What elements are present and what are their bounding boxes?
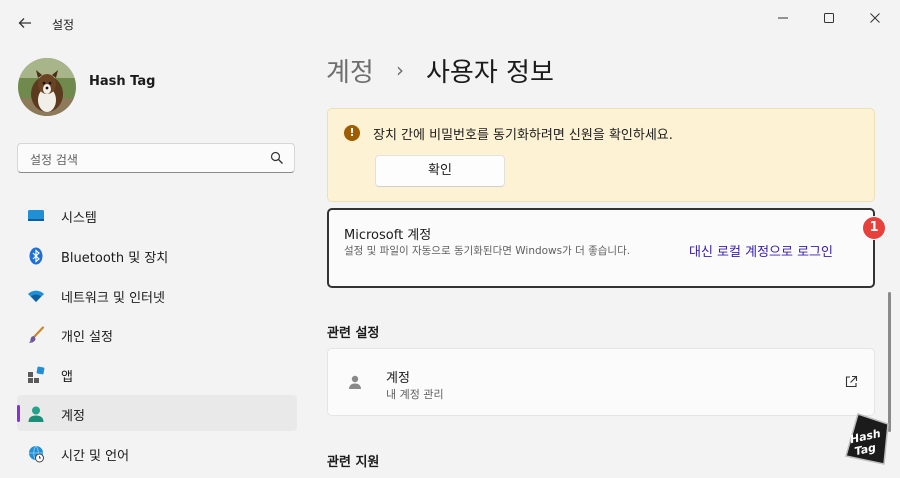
breadcrumb-parent[interactable]: 계정 bbox=[326, 52, 374, 89]
sidebar-item-label: 시스템 bbox=[61, 211, 97, 226]
external-link-icon bbox=[845, 375, 858, 388]
related-support-heading: 관련 지원 bbox=[327, 455, 380, 470]
selection-indicator bbox=[17, 405, 20, 422]
related-account-card[interactable]: 계정 내 계정 관리 bbox=[327, 348, 875, 416]
sidebar-item-network[interactable]: 네트워크 및 인터넷 bbox=[17, 277, 297, 313]
apps-icon bbox=[28, 366, 45, 383]
breadcrumb-separator: › bbox=[396, 58, 404, 82]
person-icon bbox=[349, 375, 361, 389]
related-settings-heading: 관련 설정 bbox=[327, 326, 380, 341]
related-item-title: 계정 bbox=[386, 371, 410, 386]
warning-icon: ! bbox=[344, 125, 360, 141]
sidebar-item-accounts[interactable]: 계정 bbox=[17, 395, 297, 431]
app-title: 설정 bbox=[52, 18, 75, 32]
search-placeholder: 설정 검색 bbox=[30, 153, 78, 167]
sidebar-item-label: 시간 및 언어 bbox=[61, 449, 130, 464]
sidebar-item-time-language[interactable]: 시간 및 언어 bbox=[17, 435, 297, 471]
account-card-title: Microsoft 계정 bbox=[344, 228, 432, 243]
back-button[interactable] bbox=[12, 10, 38, 36]
maximize-icon bbox=[824, 13, 834, 23]
sidebar-item-label: Bluetooth 및 장치 bbox=[61, 251, 169, 266]
back-arrow-icon bbox=[18, 18, 31, 28]
close-button[interactable] bbox=[852, 4, 898, 32]
microsoft-account-card: Microsoft 계정 설정 및 파일이 자동으로 동기화된다면 Window… bbox=[327, 208, 875, 288]
globe-clock-icon bbox=[29, 445, 44, 463]
close-icon bbox=[870, 13, 880, 23]
search-icon bbox=[270, 151, 283, 164]
sidebar-item-label: 개인 설정 bbox=[61, 330, 113, 345]
dog-photo-avatar bbox=[18, 58, 76, 116]
page-title: 사용자 정보 bbox=[426, 58, 554, 88]
wifi-icon bbox=[28, 290, 44, 302]
minimize-icon bbox=[778, 17, 788, 19]
sidebar-item-personalization[interactable]: 개인 설정 bbox=[17, 316, 297, 352]
maximize-button[interactable] bbox=[806, 4, 852, 32]
account-card-description: 설정 및 파일이 자동으로 동기화된다면 Windows가 더 좋습니다. bbox=[344, 245, 631, 257]
search-box[interactable]: 설정 검색 bbox=[17, 143, 295, 173]
sidebar-item-label: 계정 bbox=[61, 409, 85, 424]
bluetooth-icon bbox=[29, 247, 43, 265]
verify-identity-banner: ! 장치 간에 비밀번호를 동기화하려면 신원을 확인하세요. 확인 bbox=[327, 108, 875, 202]
banner-message: 장치 간에 비밀번호를 동기화하려면 신원을 확인하세요. bbox=[373, 128, 673, 143]
sidebar-item-bluetooth[interactable]: Bluetooth 및 장치 bbox=[17, 237, 297, 273]
step-badge: 1 bbox=[862, 216, 886, 240]
sidebar-item-label: 앱 bbox=[61, 370, 73, 385]
system-icon bbox=[28, 210, 44, 221]
avatar[interactable] bbox=[18, 58, 76, 116]
hashtag-watermark-logo: Hash Tag bbox=[836, 410, 894, 468]
related-item-subtitle: 내 계정 관리 bbox=[386, 388, 444, 401]
user-name: Hash Tag bbox=[89, 74, 156, 89]
minimize-button[interactable] bbox=[760, 4, 806, 32]
paintbrush-icon bbox=[28, 326, 45, 343]
sidebar-item-apps[interactable]: 앱 bbox=[17, 356, 297, 392]
sidebar-item-label: 네트워크 및 인터넷 bbox=[61, 291, 165, 306]
account-icon bbox=[28, 406, 44, 422]
local-account-signin-link[interactable]: 대신 로컬 계정으로 로그인 bbox=[689, 241, 833, 260]
sidebar-item-system[interactable]: 시스템 bbox=[17, 197, 297, 233]
verify-button[interactable]: 확인 bbox=[375, 155, 505, 187]
